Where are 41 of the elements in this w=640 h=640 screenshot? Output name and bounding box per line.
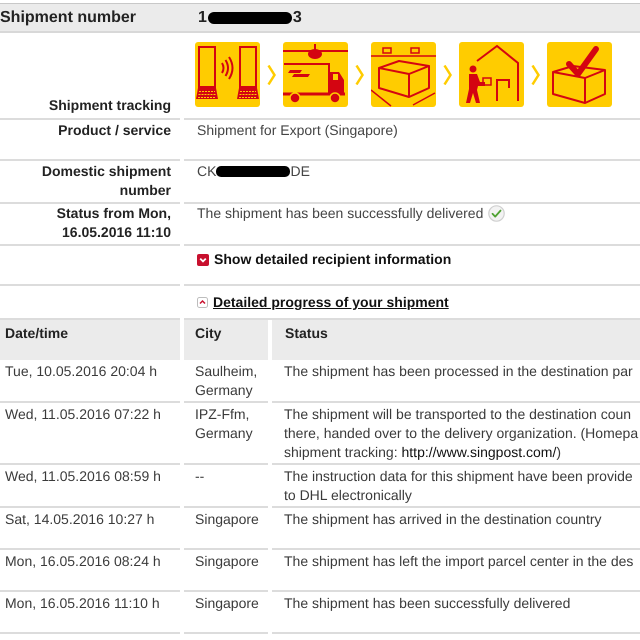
date-time: Wed, 11.05.2016 08:59 h (5, 468, 161, 484)
field-label: Product / service (58, 121, 171, 140)
toggle-link[interactable]: Detailed progress of your shipment (197, 293, 449, 312)
number-prefix: CK (197, 162, 216, 181)
number-suffix: DE (290, 162, 310, 181)
field-label: Shipment tracking (48, 96, 171, 115)
status-text: The shipment has been successfully delivered (197, 204, 484, 223)
number-prefix: 1 (198, 8, 207, 26)
date-time: Wed, 11.05.2016 07:22 h (5, 406, 161, 422)
date-time: Tue, 10.05.2016 20:04 h (5, 363, 158, 379)
toggle-link[interactable]: Show detailed recipient information (197, 250, 452, 269)
chevron-down-icon[interactable] (197, 254, 209, 266)
column-header: Date/time (0, 320, 180, 360)
column-header: Status (272, 320, 640, 360)
status-text: The shipment will be transported to the destination coun there, handed over to the delivery organization. (Homepa shipment tracking: http://www.singpost.com/) (284, 405, 640, 462)
chevron-right-icon (443, 64, 452, 86)
city-name: Singapore (195, 595, 259, 611)
city-name: -- (195, 468, 204, 484)
status-text: The instruction data for this shipment have been provide to DHL electronically (284, 467, 634, 505)
city-name: Saulheim, Germany (195, 363, 258, 398)
status-text: The shipment has left the import parcel center in the des (284, 552, 634, 571)
chevron-right-icon (531, 64, 540, 86)
city-name: Singapore (195, 553, 259, 569)
city-name: Singapore (195, 511, 259, 527)
field-value: Shipment for Export (Singapore) (197, 121, 398, 140)
date-time: Sat, 14.05.2016 10:27 h (5, 511, 154, 527)
field-label: Shipment number (0, 8, 136, 26)
status-text: The shipment has been processed in the destination par (284, 362, 634, 381)
link[interactable]: http://www.singpost.com/ (402, 444, 556, 460)
field-label: Status from Mon, 16.05.2016 11:10 (56, 204, 171, 242)
status-text: The shipment has been successfully delivered (284, 594, 572, 613)
chevron-up-icon[interactable] (197, 297, 208, 308)
field-label: Domestic shipment number (40, 162, 171, 200)
chevron-right-icon (267, 64, 276, 86)
city-name: IPZ-Ffm, Germany (195, 406, 253, 441)
chevron-right-icon (355, 64, 364, 86)
date-time: Mon, 16.05.2016 08:24 h (5, 553, 161, 569)
number-suffix: 3 (292, 8, 302, 26)
status-text: The shipment has arrived in the destination country (284, 510, 603, 529)
date-time: Mon, 16.05.2016 11:10 h (5, 595, 160, 611)
column-header: City (184, 320, 268, 360)
